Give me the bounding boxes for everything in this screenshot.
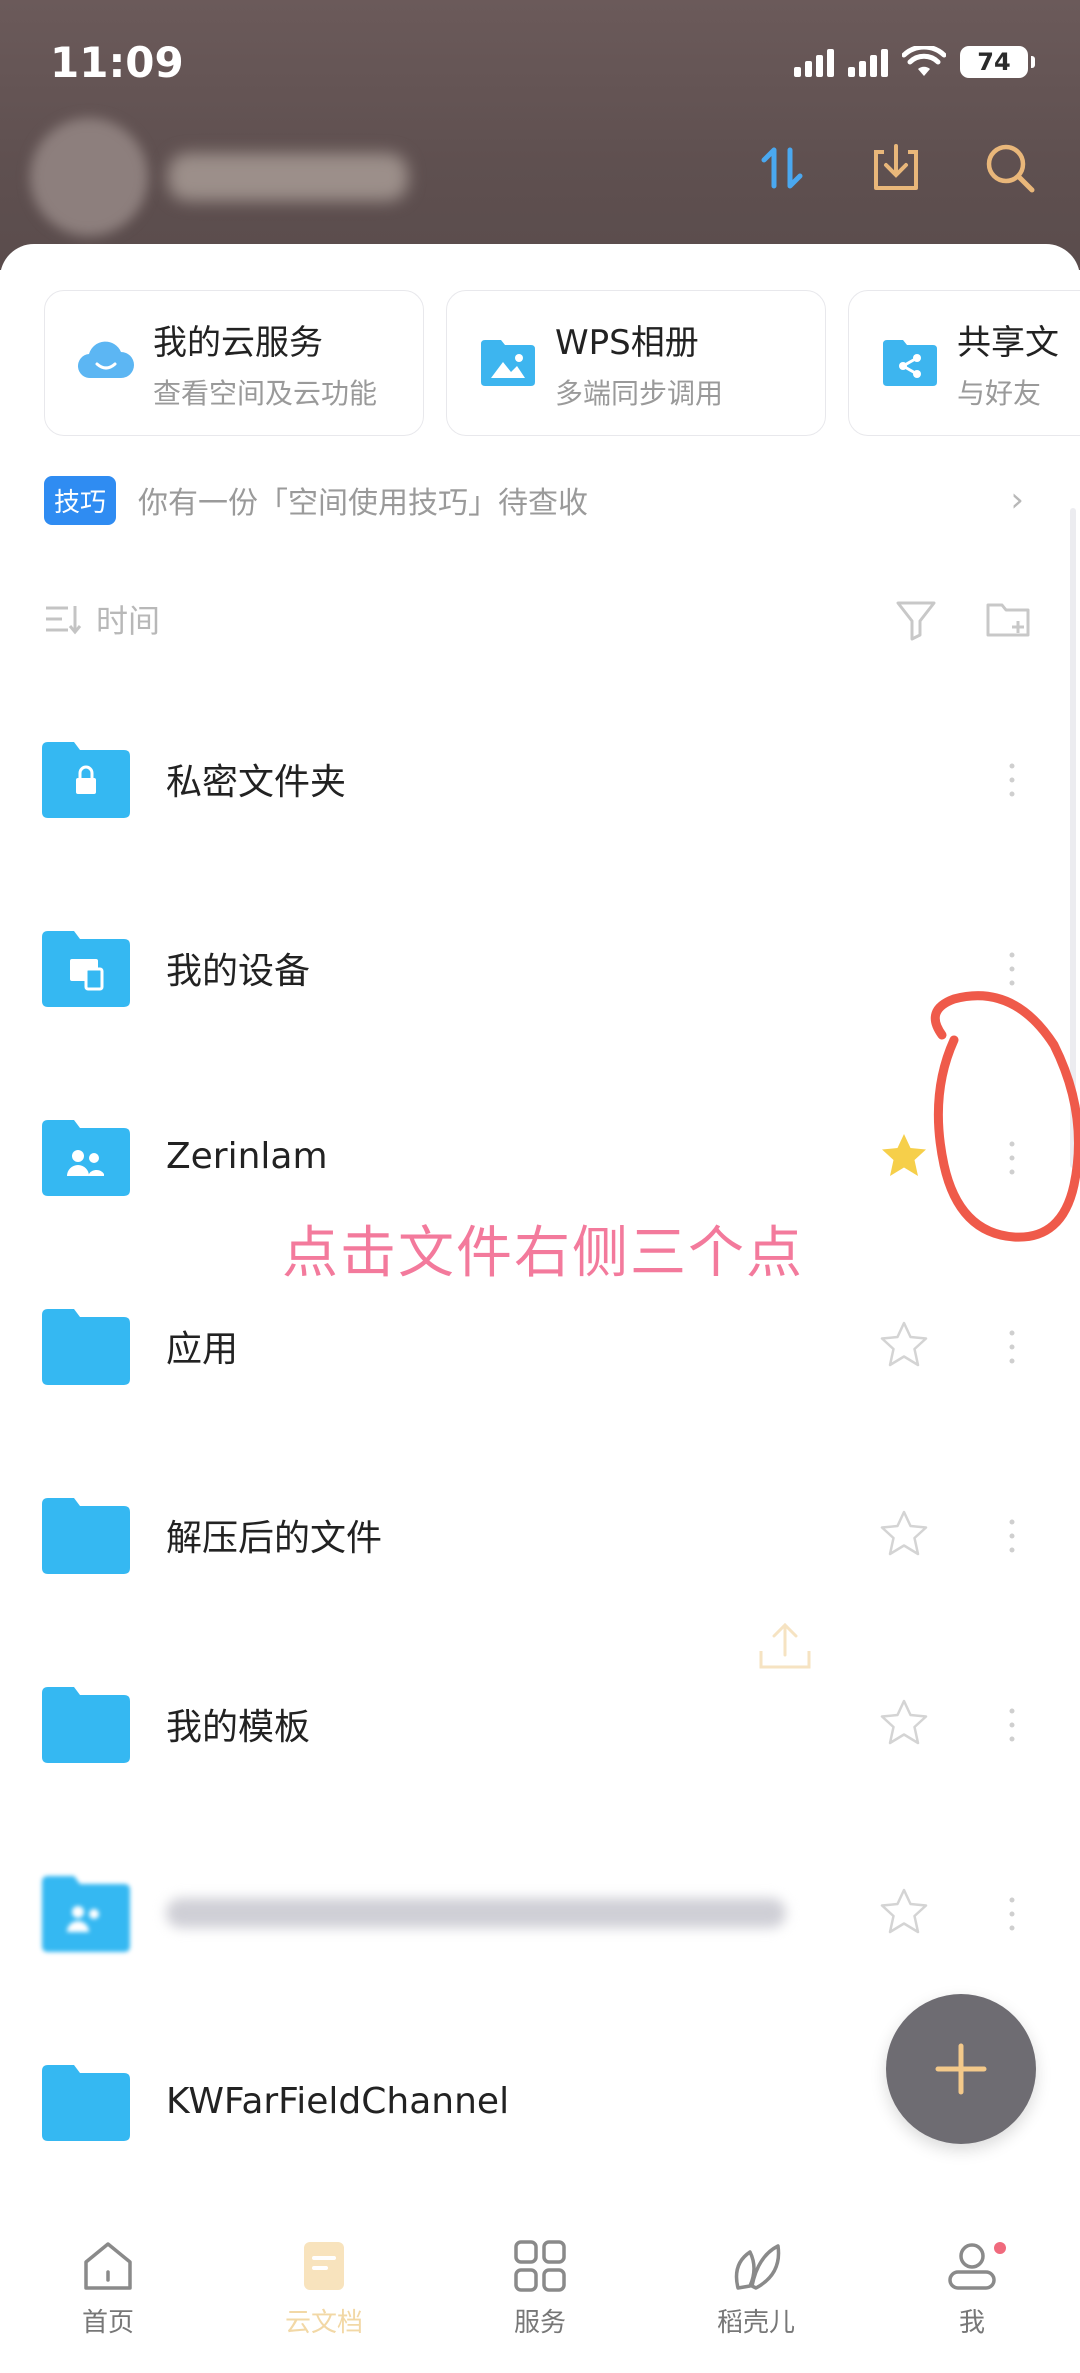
battery-indicator: 74	[960, 46, 1035, 78]
tip-badge: 技巧	[44, 475, 117, 525]
wifi-icon	[902, 46, 946, 76]
folder-icon	[42, 1497, 130, 1574]
sort-label[interactable]: 时间	[96, 596, 160, 642]
tab-cloud-docs[interactable]: 云文档	[216, 2220, 432, 2373]
sort-icon[interactable]	[44, 602, 82, 636]
share-folder-icon	[883, 340, 937, 386]
sort-bar: 时间	[44, 584, 1034, 654]
list-item[interactable]	[0, 1818, 1080, 2007]
star-outline-icon[interactable]	[878, 1319, 930, 1371]
star-outline-icon[interactable]	[878, 1697, 930, 1749]
tab-services[interactable]: 服务	[432, 2220, 648, 2373]
card-subtitle: 与好友	[957, 376, 1042, 410]
bottom-nav: 首页 云文档 服务 稻壳儿 我	[0, 2220, 1080, 2373]
cellular-signal-icon	[794, 47, 834, 77]
card-title: 共享文	[957, 322, 1059, 363]
notification-dot	[994, 2242, 1006, 2254]
file-list: 私密文件夹 我的设备 Zerinlam 应用 解压后的文件 我的模板 KWFar…	[0, 684, 1080, 2196]
more-options-icon[interactable]	[1000, 1892, 1024, 1936]
file-name: Zerinlam	[166, 1136, 328, 1177]
file-name: 我的模板	[166, 1706, 311, 1748]
card-subtitle: 多端同步调用	[555, 376, 724, 410]
avatar[interactable]	[30, 118, 148, 236]
plus-icon	[935, 2043, 987, 2095]
user-profile[interactable]	[30, 118, 408, 236]
photo-album-icon	[481, 340, 535, 386]
annotation-text: 点击文件右侧三个点	[282, 1221, 804, 1286]
status-time: 11:09	[50, 38, 184, 87]
folder-icon	[42, 1686, 130, 1763]
file-name: 我的设备	[166, 950, 311, 992]
chevron-right-icon: ›	[1010, 480, 1024, 520]
filter-icon[interactable]	[892, 595, 940, 643]
card-shared-files[interactable]: 共享文 与好友	[848, 290, 1080, 436]
download-icon[interactable]	[866, 138, 926, 198]
new-folder-icon[interactable]	[984, 595, 1034, 643]
file-name: 解压后的文件	[166, 1517, 383, 1559]
folder-icon	[42, 1308, 130, 1385]
nav-label: 首页	[81, 2308, 134, 2338]
list-item[interactable]: 私密文件夹	[0, 684, 1080, 873]
folder-icon	[42, 2064, 130, 2141]
cellular-signal-icon	[848, 47, 888, 77]
home-icon	[84, 2242, 132, 2290]
tip-banner[interactable]: 技巧 你有一份「空间使用技巧」待查收 ›	[44, 472, 1024, 528]
add-button[interactable]	[886, 1994, 1036, 2144]
tab-home[interactable]: 首页	[0, 2220, 216, 2373]
more-options-icon[interactable]	[1000, 758, 1024, 802]
list-item[interactable]: 解压后的文件	[0, 1440, 1080, 1629]
list-item[interactable]: 我的模板	[0, 1629, 1080, 1818]
file-name: 应用	[166, 1328, 239, 1370]
device-folder-icon	[42, 930, 130, 1007]
transfer-icon[interactable]	[752, 138, 812, 198]
shared-folder-icon	[42, 1119, 130, 1196]
more-options-icon[interactable]	[1000, 1325, 1024, 1369]
cloud-icon	[77, 341, 134, 379]
nav-label: 服务	[513, 2308, 566, 2338]
star-outline-icon[interactable]	[878, 1508, 930, 1560]
star-outline-icon[interactable]	[878, 1886, 930, 1938]
nav-label: 稻壳儿	[716, 2308, 795, 2338]
upload-icon[interactable]	[755, 1619, 815, 1673]
username-blurred	[168, 153, 408, 201]
nav-label: 我	[958, 2308, 985, 2338]
card-subtitle: 查看空间及云功能	[153, 376, 378, 410]
tab-me[interactable]: 我	[864, 2220, 1080, 2373]
tab-docer[interactable]: 稻壳儿	[648, 2220, 864, 2373]
nav-label: 云文档	[284, 2308, 363, 2338]
annotation-circle	[930, 991, 1080, 1242]
card-cloud-service[interactable]: 我的云服务 查看空间及云功能	[44, 290, 424, 436]
service-cards: 我的云服务 查看空间及云功能 WPS相册 多端同步调用 共享文 与好友	[44, 290, 1080, 436]
header-actions	[752, 138, 1040, 198]
top-header: 11:09 74	[0, 0, 1080, 270]
file-name-blurred	[166, 1897, 786, 1928]
tip-text: 你有一份「空间使用技巧」待查收	[138, 486, 589, 521]
file-name: 私密文件夹	[166, 761, 347, 803]
leaf-icon	[734, 2244, 781, 2290]
more-options-icon[interactable]	[1000, 1703, 1024, 1747]
card-wps-album[interactable]: WPS相册 多端同步调用	[446, 290, 826, 436]
grid-icon	[514, 2240, 566, 2292]
lock-folder-icon	[42, 741, 130, 818]
card-title: WPS相册	[555, 322, 699, 363]
more-options-icon[interactable]	[1000, 1514, 1024, 1558]
document-icon	[304, 2242, 344, 2290]
status-icons: 74	[794, 44, 1035, 80]
card-title: 我的云服务	[153, 322, 323, 363]
shared-folder-icon	[42, 1875, 130, 1952]
file-name: KWFarFieldChannel	[166, 2081, 510, 2122]
search-icon[interactable]	[980, 138, 1040, 198]
